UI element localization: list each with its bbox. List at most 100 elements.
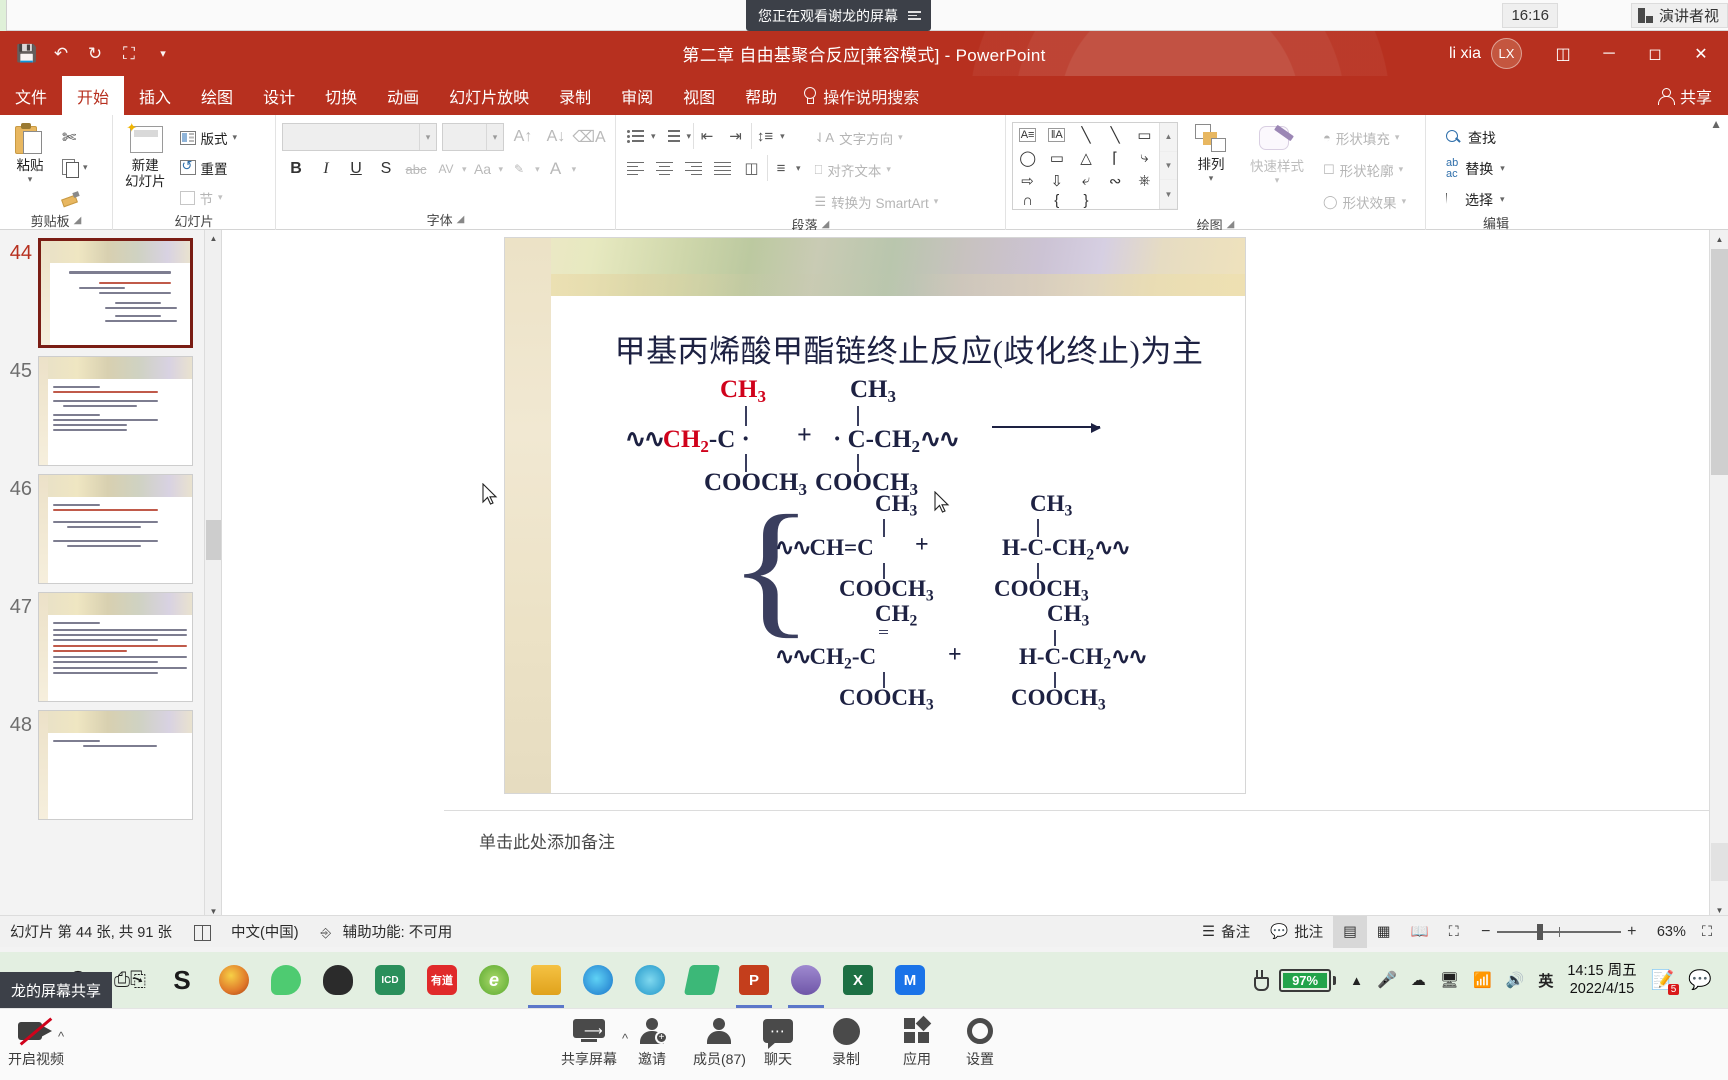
meeting-apps-button[interactable]: 应用 — [903, 1015, 932, 1069]
replace-chevron-down-icon[interactable]: ▾ — [1500, 163, 1505, 174]
paste-button[interactable]: 粘贴 ▾ — [6, 121, 54, 186]
shape-rounded-rect-icon[interactable]: ▭ — [1042, 146, 1071, 169]
language-label[interactable]: 中文(中国) — [231, 921, 299, 942]
shapes-gallery[interactable]: A≡ ‖A ╲ ╲ ▭ ◯ ▭ △ ⌈ ⤷ ⇨ ⇩ ⤶ ∾ ⎈ ∩ {} ▲ … — [1012, 122, 1178, 210]
microphone-icon[interactable]: 🎤 — [1377, 970, 1397, 990]
notes-indicator-icon[interactable] — [193, 924, 211, 941]
increase-font-size-button[interactable]: A↑ — [509, 123, 537, 151]
accessibility-status[interactable]: ⎆ 辅助功能: 不可用 — [321, 921, 453, 942]
text-shadow-button[interactable]: S — [372, 155, 400, 183]
app-meeting-icon[interactable] — [780, 952, 832, 1008]
underline-button[interactable]: U — [342, 155, 370, 183]
thumbnail-scrollbar[interactable]: ▲ ▼ — [204, 230, 221, 920]
shape-textbox-icon[interactable]: A≡ — [1019, 127, 1037, 142]
comments-button[interactable]: 💬 批注 — [1260, 916, 1333, 948]
cut-button[interactable]: ✄ — [58, 124, 92, 151]
shape-effects-chevron-down-icon[interactable]: ▾ — [1402, 196, 1407, 207]
section-chevron-down-icon[interactable]: ▾ — [218, 192, 223, 203]
app-youdao-icon[interactable]: 有道 — [416, 952, 468, 1008]
meeting-members-button[interactable]: 成员(87) — [693, 1017, 746, 1069]
app-blue-m-icon[interactable]: M — [884, 952, 936, 1008]
reset-button[interactable]: 重置 — [176, 154, 242, 181]
meeting-settings-button[interactable]: 设置 — [966, 1017, 994, 1069]
text-direction-alt-button[interactable]: ≡ — [767, 155, 794, 181]
thumbnail-slide-46[interactable]: 46 — [0, 466, 221, 584]
next-slide-button[interactable] — [1711, 862, 1728, 881]
align-text-chevron-down-icon[interactable]: ▾ — [886, 164, 891, 175]
tell-me-search[interactable]: 操作说明搜索 — [792, 76, 929, 115]
tab-review[interactable]: 审阅 — [606, 76, 668, 115]
tab-design[interactable]: 设计 — [248, 76, 310, 115]
align-text-button[interactable]: ⎕ 对齐文本 ▾ — [811, 156, 943, 183]
drawing-dialog-launcher-icon[interactable]: ◢ — [1227, 219, 1235, 230]
select-button[interactable]: 选择 ▾ — [1440, 186, 1511, 213]
meeting-share-screen-button[interactable]: ⟶ 共享屏幕 — [561, 1017, 617, 1069]
thumbnail-card[interactable] — [38, 592, 193, 702]
character-spacing-chevron-down-icon[interactable]: ▾ — [462, 164, 467, 175]
tab-slideshow[interactable]: 幻灯片放映 — [434, 76, 544, 115]
shape-arc-icon[interactable]: ⎈ — [1130, 169, 1159, 192]
thumbnail-card[interactable] — [38, 238, 193, 348]
columns-button[interactable]: ◫ — [738, 155, 765, 181]
app-sogou-icon[interactable]: S — [156, 952, 208, 1008]
taskbar-clock[interactable]: 14:15 周五 2022/4/15 — [1567, 962, 1636, 998]
tab-animations[interactable]: 动画 — [372, 76, 434, 115]
shape-line-icon[interactable]: ╲ — [1071, 123, 1100, 146]
arrange-chevron-down-icon[interactable]: ▾ — [1209, 173, 1214, 183]
collapse-ribbon-icon[interactable]: ▲ — [1710, 117, 1722, 131]
scroll-grip[interactable] — [1711, 249, 1728, 475]
thumbnail-card[interactable] — [38, 356, 193, 466]
bold-button[interactable]: B — [282, 155, 310, 183]
paragraph-dialog-launcher-icon[interactable]: ◢ — [822, 219, 830, 230]
thumbnail-card[interactable] — [38, 710, 193, 820]
share-options-chevron-up-icon[interactable]: ^ — [622, 1031, 628, 1046]
shapes-more-icon[interactable]: ▼ — [1160, 180, 1177, 210]
shapes-scroll-up-icon[interactable]: ▲ — [1160, 123, 1177, 152]
zoom-in-button[interactable]: + — [1621, 923, 1643, 941]
layout-button[interactable]: 版式 ▾ — [176, 124, 242, 151]
shape-down-arrow-icon[interactable]: ⇩ — [1042, 169, 1071, 192]
shape-outline-chevron-down-icon[interactable]: ▾ — [1399, 164, 1404, 175]
volume-icon[interactable]: 🔊 — [1506, 971, 1525, 989]
bullets-chevron-down-icon[interactable]: ▾ — [651, 131, 656, 142]
zoom-track[interactable] — [1496, 923, 1621, 940]
meeting-video-button[interactable]: 开启视频 — [8, 1017, 64, 1069]
justify-button[interactable] — [709, 155, 736, 181]
highlight-chevron-down-icon[interactable]: ▾ — [535, 164, 540, 175]
slide-title[interactable]: 甲基丙烯酸甲酯链终止反应(歧化终止)为主 — [589, 326, 1229, 371]
battery-indicator[interactable]: 97% — [1279, 968, 1337, 992]
text-highlight-button[interactable]: ✎ — [505, 155, 533, 183]
font-color-chevron-down-icon[interactable]: ▾ — [572, 164, 577, 175]
tab-transitions[interactable]: 切换 — [310, 76, 372, 115]
slide-stage[interactable]: 甲基丙烯酸甲酯链终止反应(歧化终止)为主 CH3 ∿∿CH2-C · COOCH… — [222, 230, 1728, 920]
app-spiral-icon[interactable] — [624, 952, 676, 1008]
columns-chevron-down-icon[interactable]: ▾ — [796, 163, 801, 174]
onedrive-icon[interactable]: ☁ — [1411, 971, 1426, 989]
display-icon[interactable]: 🖥 — [1440, 971, 1459, 989]
character-spacing-button[interactable]: AV — [432, 155, 460, 183]
show-hidden-icons-chevron-up-icon[interactable]: ▲ — [1350, 973, 1363, 988]
font-name-input[interactable]: ▾ — [282, 123, 437, 151]
shape-arrow-icon[interactable]: ╲ — [1101, 123, 1130, 146]
layout-chevron-down-icon[interactable]: ▾ — [233, 132, 238, 143]
scroll-up-icon[interactable]: ▲ — [1710, 230, 1728, 249]
tab-view[interactable]: 视图 — [668, 76, 730, 115]
slide-canvas[interactable]: 甲基丙烯酸甲酯链终止反应(歧化终止)为主 CH3 ∿∿CH2-C · COOCH… — [505, 238, 1245, 793]
font-color-button[interactable]: A — [542, 155, 570, 183]
notification-center-icon[interactable]: 📝 5 — [1651, 968, 1680, 995]
numbering-chevron-down-icon[interactable]: ▾ — [687, 131, 692, 142]
app-qq-icon[interactable] — [312, 952, 364, 1008]
tab-help[interactable]: 帮助 — [730, 76, 792, 115]
app-flame-icon[interactable] — [208, 952, 260, 1008]
notes-placeholder[interactable]: 单击此处添加备注 — [444, 811, 1709, 853]
select-chevron-down-icon[interactable]: ▾ — [1500, 194, 1505, 205]
slide-count-label[interactable]: 幻灯片 第 44 张, 共 91 张 — [10, 921, 172, 942]
zoom-slider[interactable]: − + — [1469, 923, 1649, 941]
shape-scribble-icon[interactable]: ∾ — [1101, 169, 1130, 192]
font-name-chevron-down-icon[interactable]: ▾ — [419, 124, 436, 150]
shape-outline-button[interactable]: ☐ 形状轮廓 ▾ — [1319, 156, 1410, 183]
thumbnail-slide-44[interactable]: 44 — [0, 230, 221, 348]
app-wechat-icon[interactable] — [260, 952, 312, 1008]
meeting-invite-button[interactable]: + 邀请 — [638, 1017, 668, 1069]
clipboard-dialog-launcher-icon[interactable]: ◢ — [74, 215, 82, 226]
